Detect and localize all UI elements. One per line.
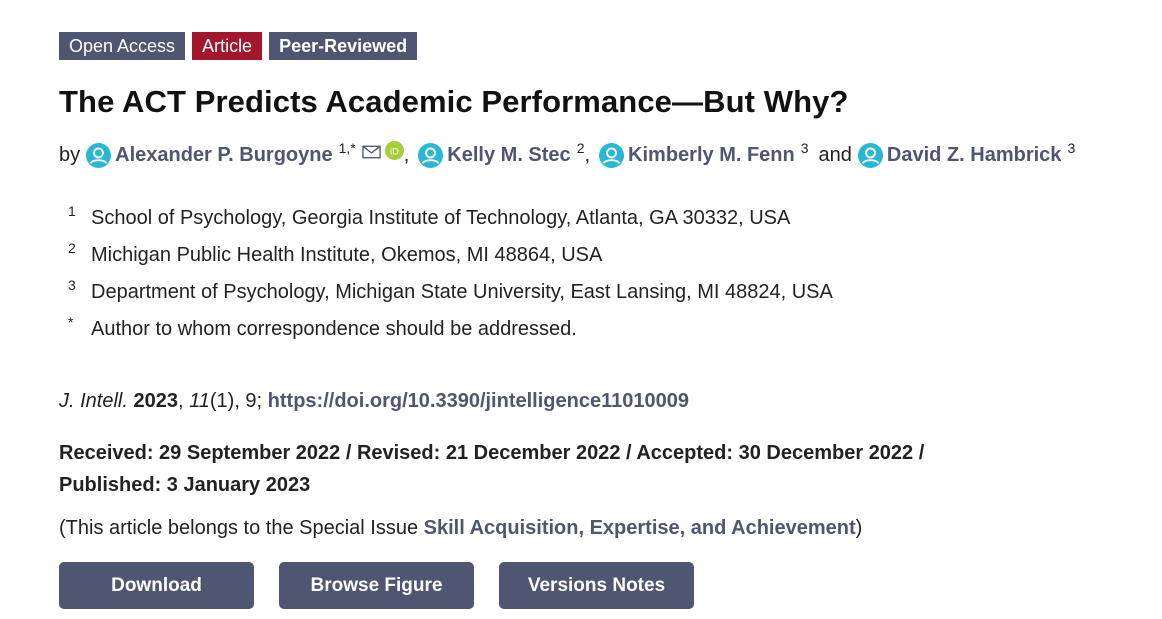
comma-separator: ,	[403, 144, 410, 166]
citation-issue-page: (1), 9;	[209, 390, 268, 412]
author-hambrick[interactable]: David Z. Hambrick	[852, 143, 1062, 168]
special-issue-note: (This article belongs to the Special Iss…	[59, 517, 862, 540]
author-affil-sup: 3	[800, 139, 809, 156]
svg-text:iD: iD	[390, 146, 399, 157]
author-list: by Alexander P. Burgoyne 1,* iD , Kelly …	[59, 139, 1076, 168]
author-name[interactable]: Kimberly M. Fenn	[628, 144, 795, 167]
author-name[interactable]: David Z. Hambrick	[887, 144, 1062, 167]
journal-name: J. Intell.	[59, 390, 128, 412]
person-icon	[599, 143, 625, 168]
versions-notes-button[interactable]: Versions Notes	[499, 562, 694, 609]
open-access-badge[interactable]: Open Access	[59, 32, 186, 60]
affiliation-text: School of Psychology, Georgia Institute …	[91, 207, 791, 229]
special-issue-prefix: (This article belongs to the Special Iss…	[59, 517, 424, 539]
author-burgoyne[interactable]: Alexander P. Burgoyne	[80, 143, 333, 168]
article-header: Open Access Article Peer-Reviewed The AC…	[0, 0, 1162, 619]
author-name[interactable]: Alexander P. Burgoyne	[115, 144, 332, 167]
publication-dates: Received: 29 September 2022 / Revised: 2…	[59, 442, 925, 496]
author-fenn[interactable]: Kimberly M. Fenn	[593, 143, 795, 168]
author-affil-sup: 3	[1067, 139, 1076, 156]
affiliation-text: Michigan Public Health Institute, Okemos…	[91, 244, 603, 266]
orcid-icon[interactable]: iD	[384, 141, 404, 160]
affiliation-marker: 3	[68, 277, 76, 293]
comma-separator: ,	[584, 144, 591, 166]
browse-figure-button[interactable]: Browse Figure	[279, 562, 474, 609]
doi-link[interactable]: https://doi.org/10.3390/jintelligence110…	[268, 390, 689, 412]
citation-line: J. Intell. 2023, 11(1), 9; https://doi.o…	[59, 390, 689, 412]
affiliation-marker: 2	[68, 240, 76, 256]
envelope-icon[interactable]	[362, 145, 381, 159]
special-issue-link[interactable]: Skill Acquisition, Expertise, and Achiev…	[424, 517, 856, 539]
article-title: The ACT Predicts Academic Performance—Bu…	[59, 84, 849, 119]
badge-row: Open Access Article Peer-Reviewed	[59, 32, 418, 60]
citation-year: 2023	[133, 390, 178, 412]
author-affil-sup: 1,*	[338, 139, 356, 156]
affiliation-text: Author to whom correspondence should be …	[91, 318, 577, 340]
by-label: by	[59, 144, 81, 166]
peer-reviewed-badge[interactable]: Peer-Reviewed	[269, 32, 418, 60]
author-affil-sup: 2	[576, 139, 585, 156]
person-icon	[418, 143, 444, 168]
person-icon	[857, 143, 883, 168]
and-label: and	[818, 144, 852, 166]
person-icon	[86, 143, 112, 168]
citation-volume: 11	[189, 390, 210, 412]
affiliation-text: Department of Psychology, Michigan State…	[91, 281, 833, 303]
affiliation-marker: *	[68, 314, 74, 330]
special-issue-suffix: )	[855, 517, 863, 539]
affiliation-marker: 1	[68, 203, 76, 219]
download-button[interactable]: Download	[59, 562, 254, 609]
article-type-badge: Article	[192, 32, 263, 60]
author-name[interactable]: Kelly M. Stec	[447, 144, 570, 167]
author-stec[interactable]: Kelly M. Stec	[412, 143, 571, 168]
